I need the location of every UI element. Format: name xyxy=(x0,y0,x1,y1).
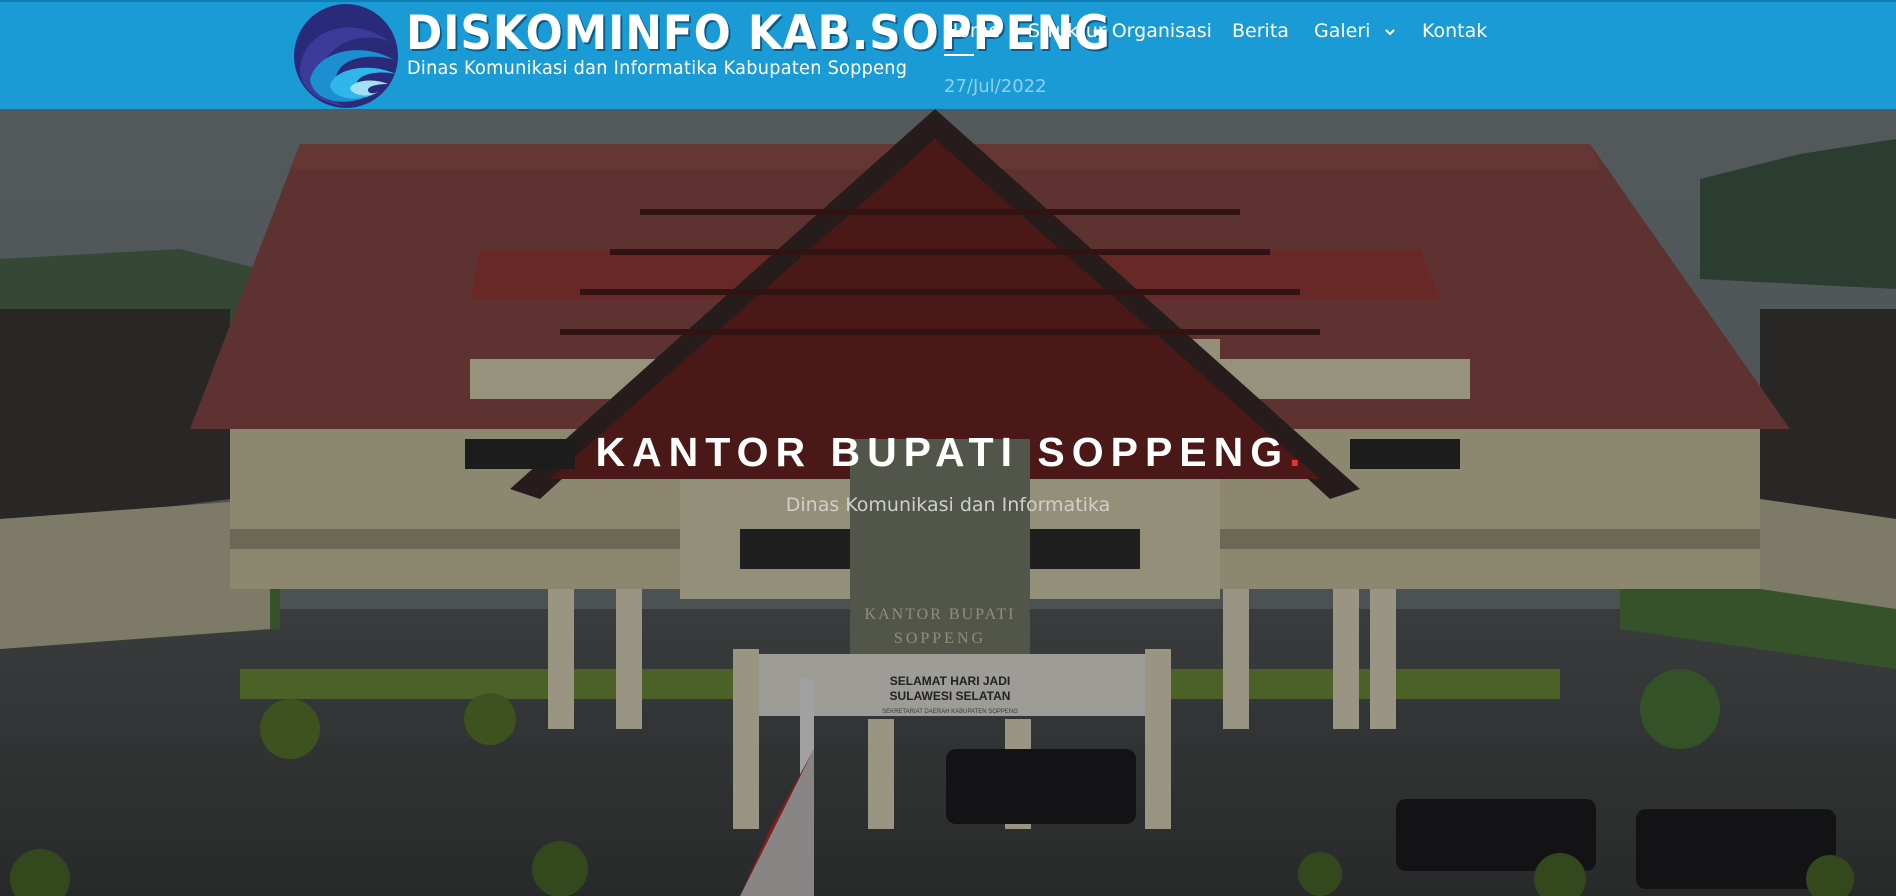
brand-title[interactable]: DISKOMINFO KAB.SOPPENG xyxy=(406,8,1111,60)
hero-title: KANTOR BUPATI SOPPENG. xyxy=(0,429,1896,476)
site-header: DISKOMINFO KAB.SOPPENG Dinas Komunikasi … xyxy=(0,0,1896,109)
header-top-border xyxy=(0,0,1896,2)
nav-item-struktur-organisasi[interactable]: Struktur Organisasi xyxy=(1028,20,1212,42)
hero-title-dot: . xyxy=(1289,429,1301,475)
brand-subtitle: Dinas Komunikasi dan Informatika Kabupat… xyxy=(407,57,908,79)
hero-title-text: KANTOR BUPATI SOPPENG xyxy=(595,429,1290,475)
wave-logo-icon[interactable] xyxy=(290,2,402,112)
hero-subtitle: Dinas Komunikasi dan Informatika xyxy=(785,494,1111,516)
nav-item-label: Galeri xyxy=(1314,20,1371,42)
nav-item-label: Berita xyxy=(1232,20,1289,42)
nav-item-kontak[interactable]: Kontak xyxy=(1422,20,1487,42)
nav-item-home[interactable]: Home xyxy=(944,20,1000,42)
nav-item-label: Home xyxy=(944,20,1001,42)
nav-item-label: Kontak xyxy=(1422,20,1488,42)
hero-banner: KANTOR BUPATI SOPPENG SELAMAT HARI JADI … xyxy=(0,109,1896,896)
nav-item-label: Struktur Organisasi xyxy=(1028,20,1212,42)
current-date: 27/Jul/2022 xyxy=(944,76,1047,97)
chevron-down-icon xyxy=(1385,28,1396,35)
nav-item-berita[interactable]: Berita xyxy=(1232,20,1289,42)
nav-active-indicator xyxy=(944,54,974,56)
nav-item-galeri[interactable]: Galeri xyxy=(1314,20,1396,42)
